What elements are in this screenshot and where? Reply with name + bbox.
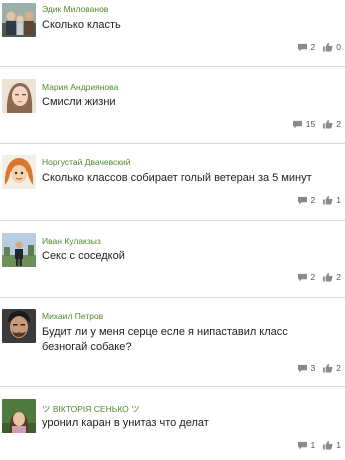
post-item: ツ ВІКТОРІЯ СЕНЬКО ツ уронил каран в унита…: [0, 387, 345, 460]
comment-icon: [297, 196, 308, 205]
comments-value: 2: [310, 272, 316, 282]
thumbs-up-icon: [322, 440, 333, 450]
comment-icon: [297, 273, 308, 282]
comments-value: 2: [310, 195, 316, 205]
likes-count[interactable]: 1: [322, 195, 341, 205]
comment-text: Смисли жизни: [42, 96, 116, 108]
comment-icon: [297, 43, 308, 52]
comment-text: Будит ли у меня серце есле я нипаставил …: [42, 326, 288, 353]
author-name[interactable]: Мария Андриянова: [42, 82, 118, 92]
likes-value: 2: [336, 272, 341, 282]
likes-value: 2: [336, 119, 341, 129]
avatar[interactable]: [2, 3, 36, 37]
comments-value: 3: [310, 363, 316, 373]
likes-count[interactable]: 2: [322, 363, 341, 373]
thumbs-up-icon: [322, 195, 333, 205]
comment-text: Сколько класть: [42, 19, 121, 31]
comments-value: 2: [310, 42, 316, 52]
comments-count[interactable]: 2: [297, 42, 316, 52]
likes-value: 0: [336, 42, 341, 52]
likes-count[interactable]: 1: [322, 440, 341, 450]
thumbs-up-icon: [322, 42, 333, 52]
comments-count[interactable]: 1: [297, 440, 316, 450]
likes-count[interactable]: 2: [322, 272, 341, 282]
author-name[interactable]: Михаил Петров: [42, 311, 103, 321]
thumbs-up-icon: [322, 119, 333, 129]
comments-count[interactable]: 3: [297, 363, 316, 373]
comment-text: Секс с соседкой: [42, 250, 125, 262]
post-item: Норгустай Двачевский Сколько классов соб…: [0, 144, 345, 219]
likes-value: 1: [336, 440, 341, 450]
post-stats: 2 1: [290, 195, 341, 205]
likes-count[interactable]: 2: [322, 119, 341, 129]
author-name[interactable]: Норгустай Двачевский: [42, 157, 131, 167]
likes-value: 2: [336, 363, 341, 373]
thumbs-up-icon: [322, 363, 333, 373]
post-stats: 15 2: [285, 119, 341, 129]
comments-value: 1: [310, 440, 316, 450]
post-item: Иван Кулакзыз Секс с соседкой 2 2: [0, 221, 345, 296]
post-item: Эдик Милованов Сколько класть 2 0: [0, 0, 345, 65]
post-stats: 3 2: [290, 363, 341, 373]
comment-icon: [297, 364, 308, 373]
post-item: Михаил Петров Будит ли у меня серце есле…: [0, 298, 345, 385]
comments-count[interactable]: 2: [297, 195, 316, 205]
comment-text: Сколько классов собирает голый ветеран з…: [42, 172, 312, 184]
comment-icon: [297, 441, 308, 450]
post-stats: 1 1: [290, 440, 341, 450]
post-stats: 2 2: [290, 272, 341, 282]
avatar[interactable]: [2, 399, 36, 433]
avatar[interactable]: [2, 79, 36, 113]
post-item: Мария Андриянова Смисли жизни 15 2: [0, 67, 345, 142]
comment-text: уронил каран в унитаз что делат: [42, 417, 209, 429]
comment-feed: Эдик Милованов Сколько класть 2 0 Мария …: [0, 0, 345, 460]
avatar[interactable]: [2, 155, 36, 189]
likes-count[interactable]: 0: [322, 42, 341, 52]
comment-icon: [292, 120, 303, 129]
post-stats: 2 0: [290, 42, 341, 52]
author-name[interactable]: Эдик Милованов: [42, 4, 108, 14]
thumbs-up-icon: [322, 272, 333, 282]
avatar[interactable]: [2, 233, 36, 267]
author-name[interactable]: ツ ВІКТОРІЯ СЕНЬКО ツ: [42, 403, 140, 415]
author-name[interactable]: Иван Кулакзыз: [42, 236, 101, 246]
comments-count[interactable]: 15: [292, 119, 315, 129]
comments-value: 15: [305, 119, 316, 129]
likes-value: 1: [336, 195, 341, 205]
comments-count[interactable]: 2: [297, 272, 316, 282]
avatar[interactable]: [2, 309, 36, 343]
